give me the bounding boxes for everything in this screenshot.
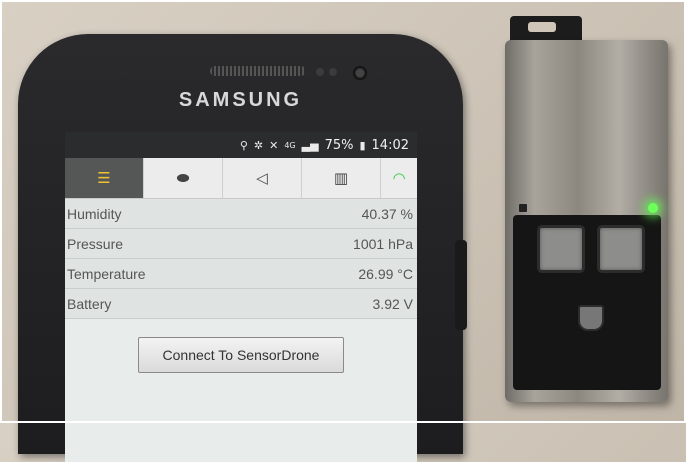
wifi-icon: ◠ <box>392 169 406 187</box>
reading-label: Humidity <box>67 205 122 222</box>
proximity-sensor <box>316 68 324 76</box>
reading-value: 3.92 V <box>372 295 413 312</box>
battery-percent: 75% <box>324 137 354 153</box>
map-icon: ▥ <box>333 169 349 187</box>
status-led <box>648 203 658 213</box>
network-type: 4G <box>284 140 296 150</box>
reading-value: 40.37 % <box>361 205 413 222</box>
readings-list: Humidity 40.37 % Pressure 1001 hPa Tempe… <box>65 199 417 319</box>
phone-screen: ⚲ ✲ ✕ 4G ▃▅ 75% ▮ 14:02 ☰ ⬬ ◁ ▥ ◠ Humidi… <box>65 132 417 462</box>
tab-announcements[interactable]: ◁ <box>223 158 302 198</box>
menu-icon: ☰ <box>97 169 111 187</box>
tab-bar: ☰ ⬬ ◁ ▥ ◠ <box>65 158 417 199</box>
device-slot <box>519 204 527 212</box>
reading-value: 26.99 °C <box>358 265 413 282</box>
tab-readings[interactable]: ☰ <box>65 158 144 198</box>
reading-label: Temperature <box>67 265 146 282</box>
reading-label: Battery <box>67 295 112 312</box>
sensor-window-small <box>578 305 604 331</box>
reading-row-battery: Battery 3.92 V <box>65 289 417 319</box>
signal-icon: ▃▅ <box>301 138 319 152</box>
smartphone: SAMSUNG ⚲ ✲ ✕ 4G ▃▅ 75% ▮ 14:02 ☰ ⬬ ◁ ▥ <box>18 34 463 462</box>
reading-value: 1001 hPa <box>353 235 413 252</box>
sensor-window-right <box>597 225 645 273</box>
megaphone-icon: ◁ <box>256 169 268 187</box>
connect-button[interactable]: Connect To SensorDrone <box>138 337 344 373</box>
tab-chat[interactable]: ⬬ <box>144 158 223 198</box>
mute-icon: ✕ <box>269 138 279 152</box>
device-clip-hole <box>528 22 556 32</box>
sensor-window-left <box>537 225 585 273</box>
chat-icon: ⬬ <box>176 169 190 187</box>
status-bar: ⚲ ✲ ✕ 4G ▃▅ 75% ▮ 14:02 <box>65 132 417 158</box>
location-icon: ⚲ <box>239 138 248 152</box>
tab-connection[interactable]: ◠ <box>381 158 417 198</box>
reading-row-pressure: Pressure 1001 hPa <box>65 229 417 259</box>
battery-icon: ▮ <box>359 138 366 152</box>
clock: 14:02 <box>371 137 409 153</box>
button-container: Connect To SensorDrone <box>65 319 417 373</box>
front-camera <box>353 66 367 80</box>
phone-brand-logo: SAMSUNG <box>178 89 303 111</box>
reading-row-humidity: Humidity 40.37 % <box>65 199 417 229</box>
light-sensor <box>329 68 337 76</box>
earpiece-speaker <box>210 66 306 76</box>
reading-label: Pressure <box>67 235 124 252</box>
bluetooth-icon: ✲ <box>253 138 264 152</box>
phone-side-button <box>455 240 467 330</box>
reading-row-temperature: Temperature 26.99 °C <box>65 259 417 289</box>
tab-map[interactable]: ▥ <box>302 158 381 198</box>
